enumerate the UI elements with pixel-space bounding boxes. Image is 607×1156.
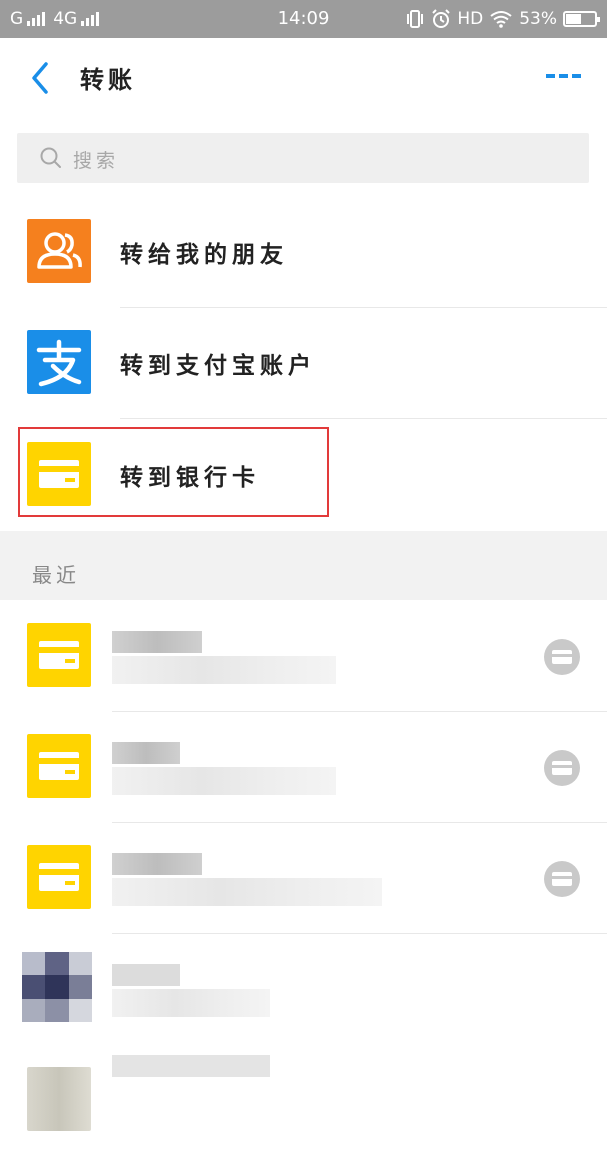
pixelated-account [112, 878, 382, 906]
recent-contact-row[interactable] [0, 934, 607, 1045]
header: 转账 [0, 38, 607, 120]
divider [120, 418, 607, 419]
bank-card-icon [27, 845, 91, 909]
card-icon[interactable] [544, 639, 580, 675]
pixelated-account [112, 767, 336, 795]
more-dot [572, 74, 581, 78]
recent-contact-row[interactable] [0, 601, 607, 712]
recent-contact-row[interactable] [0, 1045, 607, 1156]
more-dot [559, 74, 568, 78]
pixelated-name [112, 964, 180, 986]
battery-fill [566, 14, 581, 24]
highlight-box [18, 427, 329, 517]
card-icon[interactable] [544, 750, 580, 786]
more-dots-icon[interactable] [546, 74, 581, 78]
more-dot [546, 74, 555, 78]
pixelated-account [112, 989, 270, 1017]
alarm-icon [432, 9, 451, 28]
recent-section-header: 最近 [0, 531, 607, 600]
battery-percent: 53% [519, 9, 557, 29]
recent-contact-row[interactable] [0, 823, 607, 934]
bank-card-icon [27, 734, 91, 798]
recent-contact-row[interactable] [0, 712, 607, 823]
alipay-icon [27, 330, 91, 394]
hd-label: HD [457, 9, 484, 29]
search-input[interactable]: 搜索 [17, 133, 589, 183]
vibrate-icon [407, 10, 424, 28]
chevron-left-icon[interactable] [26, 60, 56, 96]
search-placeholder: 搜索 [73, 150, 120, 172]
avatar [22, 952, 92, 1022]
bank-card-icon [27, 623, 91, 687]
battery-icon [563, 11, 600, 27]
transfer-to-alipay-label: 转到支付宝账户 [120, 353, 316, 379]
pixelated-account [112, 656, 336, 684]
pixelated-name [112, 853, 202, 875]
friends-icon [27, 219, 91, 283]
pixelated-name [112, 1055, 270, 1077]
status-bar: G 4G 14:09 HD 53% [0, 0, 607, 38]
avatar [27, 1067, 91, 1131]
wifi-icon [490, 11, 512, 28]
search-icon [40, 147, 61, 168]
pixelated-name [112, 631, 202, 653]
card-icon[interactable] [544, 861, 580, 897]
transfer-to-friend-label: 转给我的朋友 [120, 242, 288, 268]
pixelated-name [112, 742, 180, 764]
recent-section-label: 最近 [32, 563, 80, 587]
transfer-to-alipay-item[interactable]: 转到支付宝账户 [0, 308, 607, 419]
page-title: 转账 [80, 66, 136, 94]
status-right: HD 53% [405, 9, 600, 29]
transfer-to-friend-item[interactable]: 转给我的朋友 [0, 197, 607, 308]
